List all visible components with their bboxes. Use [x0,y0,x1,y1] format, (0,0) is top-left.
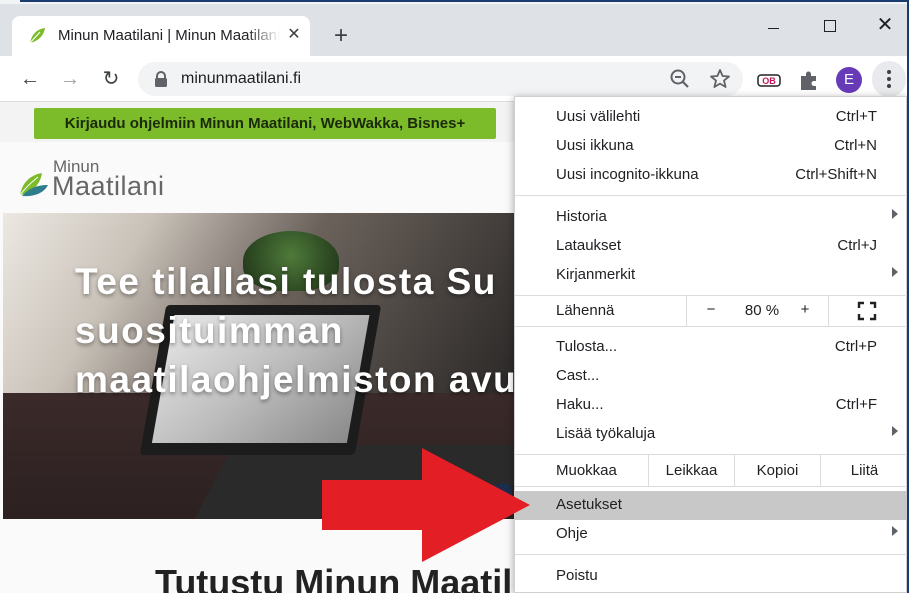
menu-zoom-row: Lähennä − 80 % + [515,295,908,326]
menu-separator [515,554,908,555]
menu-label: Cast... [556,367,600,384]
window-maximize-button[interactable] [806,10,852,40]
close-icon: ✕ [876,14,894,36]
hero-heading: Tee tilallasi tulosta Su suosituimman ma… [75,257,517,404]
extension-ob-icon[interactable]: OB [756,67,782,93]
chrome-menu-kebab-icon[interactable] [872,61,906,97]
menu-item-incognito[interactable]: Uusi incognito-ikkuna Ctrl+Shift+N [515,161,908,190]
fullscreen-icon[interactable] [857,301,877,321]
extensions-puzzle-icon[interactable] [796,67,822,93]
forward-arrow-icon[interactable]: → [55,64,85,94]
menu-item-help[interactable]: Ohje [515,520,908,549]
submenu-arrow-icon [892,267,898,277]
paste-button[interactable]: Liitä [820,455,908,486]
leaf-favicon-icon [29,28,45,44]
menu-label: Uusi ikkuna [556,137,634,154]
menu-edit-row: Muokkaa Leikkaa Kopioi Liitä [515,455,908,486]
hero-line-1: Tee tilallasi tulosta Su [75,261,497,302]
back-arrow-icon[interactable]: ← [15,64,45,94]
menu-separator [515,326,908,327]
menu-separator [515,486,908,487]
menu-label: Kirjanmerkit [556,266,636,283]
new-tab-plus-icon[interactable]: + [327,22,355,50]
menu-label: Ohje [556,525,588,542]
profile-avatar[interactable]: E [836,67,862,93]
tab-close-icon[interactable]: ✕ [284,25,304,45]
menu-shortcut: Ctrl+N [834,137,877,154]
bookmark-star-icon[interactable] [708,67,732,91]
menu-label: Uusi välilehti [556,108,641,125]
menu-separator [515,195,908,196]
zoom-level: 80 % [744,302,780,319]
menu-shortcut: Ctrl+P [834,338,877,355]
menu-label: Historia [556,208,607,225]
submenu-arrow-icon [892,526,898,536]
copy-button[interactable]: Kopioi [734,455,820,486]
login-button[interactable]: Kirjaudu ohjelmiin Minun Maatilani, WebW… [34,108,496,139]
zoom-label: Lähennä [556,302,615,319]
menu-item-bookmarks[interactable]: Kirjanmerkit [515,261,908,290]
site-logo[interactable]: Minun Maatilani [18,157,188,207]
zoom-minus-button[interactable]: − [705,301,717,318]
menu-item-downloads[interactable]: Lataukset Ctrl+J [515,232,908,261]
menu-item-more-tools[interactable]: Lisää työkaluja [515,420,908,449]
edit-label: Muokkaa [556,462,617,479]
menu-item-find[interactable]: Haku... Ctrl+F [515,391,908,420]
menu-shortcut: Ctrl+T [835,108,877,125]
menu-item-cast[interactable]: Cast... [515,362,908,391]
menu-item-print[interactable]: Tulosta... Ctrl+P [515,333,908,362]
hero-line-3: maatilaohjelmiston avu [75,359,518,400]
menu-shortcut: Ctrl+J [837,237,877,254]
leaf-logo-icon [19,173,48,197]
hero-line-2: suosituimman [75,310,344,351]
menu-label: Haku... [556,396,604,413]
menu-item-new-window[interactable]: Uusi ikkuna Ctrl+N [515,132,908,161]
cut-button[interactable]: Leikkaa [648,455,734,486]
browser-tab[interactable]: Minun Maatilani | Minun Maatilani ✕ [12,16,310,56]
red-arrow-annotation-icon [322,448,530,562]
tab-strip: Minun Maatilani | Minun Maatilani ✕ + ✕ [0,4,907,56]
lock-icon [155,71,167,87]
menu-item-settings[interactable]: Asetukset [515,491,908,520]
menu-shortcut: Ctrl+F [835,396,877,413]
reload-icon[interactable]: ↻ [96,64,126,94]
menu-item-new-tab[interactable]: Uusi välilehti Ctrl+T [515,103,908,132]
zoom-plus-button[interactable]: + [799,301,811,318]
tab-title: Minun Maatilani | Minun Maatilani [58,27,280,44]
menu-label: Poistu [556,567,598,584]
menu-shortcut: Ctrl+Shift+N [795,166,877,183]
section-title: Tutustu Minun Maatil [155,562,513,593]
logo-text-big: Maatilani [52,171,165,201]
zoom-control: − 80 % + [686,295,829,326]
window-minimize-button[interactable] [750,10,796,40]
url-text: minunmaatilani.fi [181,70,302,87]
submenu-arrow-icon [892,209,898,219]
menu-label: Lisää työkaluja [556,425,656,442]
menu-label: Asetukset [556,496,622,513]
address-bar[interactable]: minunmaatilani.fi [138,62,743,96]
menu-label: Tulosta... [556,338,618,355]
minimize-icon [768,28,779,29]
chrome-main-menu: Uusi välilehti Ctrl+T Uusi ikkuna Ctrl+N… [514,96,908,593]
window-close-button[interactable]: ✕ [862,10,908,40]
menu-item-exit[interactable]: Poistu [515,562,908,591]
svg-text:OB: OB [762,76,776,86]
submenu-arrow-icon [892,426,898,436]
menu-label: Lataukset [556,237,622,254]
menu-label: Uusi incognito-ikkuna [556,166,699,183]
window-accent-line [20,0,909,2]
zoom-out-icon[interactable] [668,67,692,91]
menu-item-history[interactable]: Historia [515,203,908,232]
maximize-icon [824,20,836,32]
